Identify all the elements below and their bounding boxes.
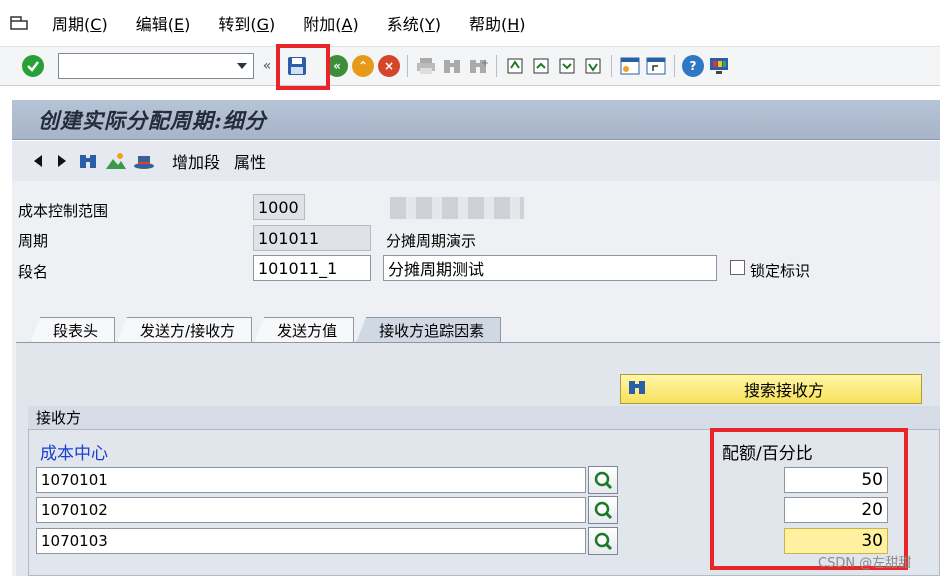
menu-help[interactable]: 帮助(H) bbox=[469, 11, 526, 35]
previous-page-icon[interactable] bbox=[528, 53, 554, 79]
cost-center-field-1[interactable]: 1070101 bbox=[36, 467, 586, 493]
next-segment-icon[interactable] bbox=[58, 155, 66, 167]
receiver-group-title-text: 接收方 bbox=[36, 409, 82, 427]
exit-icon[interactable]: ⌃ bbox=[350, 53, 376, 79]
menu-label: 转到 bbox=[218, 15, 251, 34]
controlling-area-label: 成本控制范围 bbox=[18, 202, 109, 220]
menu-label: 附加 bbox=[303, 15, 336, 34]
add-segment-button[interactable]: 增加段 bbox=[172, 149, 220, 173]
menu-label: 帮助 bbox=[469, 15, 502, 34]
hat-icon[interactable] bbox=[133, 150, 155, 172]
new-session-icon[interactable] bbox=[617, 53, 643, 79]
menu-key: Y bbox=[424, 15, 435, 34]
cycle-value: 101011 bbox=[258, 228, 320, 248]
menu-icon[interactable] bbox=[8, 15, 30, 31]
receiver-group-title: 接收方 bbox=[28, 406, 940, 430]
controlling-area-value: 1000 bbox=[258, 197, 299, 217]
tab-segment-header[interactable]: 段表头 bbox=[30, 317, 116, 343]
find-icon[interactable] bbox=[439, 53, 465, 79]
menu-key: G bbox=[256, 15, 269, 34]
menu-system[interactable]: 系统(Y) bbox=[387, 11, 441, 35]
menu-bar: 周期(C) 编辑(E) 转到(G) 附加(A) 系统(Y) 帮助(H) bbox=[0, 0, 940, 46]
cost-center-value: 1070103 bbox=[41, 532, 108, 550]
shortcut-icon[interactable] bbox=[643, 53, 669, 79]
tab-sender-receiver[interactable]: 发送方/接收方 bbox=[117, 317, 253, 343]
overview-icon[interactable] bbox=[105, 150, 127, 172]
menu-extras[interactable]: 附加(A) bbox=[303, 11, 358, 35]
command-field[interactable] bbox=[58, 53, 254, 79]
cycle-field: 101011 bbox=[253, 225, 371, 251]
print-icon[interactable] bbox=[413, 53, 439, 79]
redacted-text bbox=[390, 197, 524, 219]
menu-label: 编辑 bbox=[135, 15, 168, 34]
help-icon[interactable]: ? bbox=[680, 53, 706, 79]
search-receiver-button[interactable]: 搜索接收方 bbox=[620, 374, 922, 404]
cost-center-value: 1070102 bbox=[41, 501, 108, 519]
menu-key: E bbox=[173, 15, 185, 34]
cycle-label: 周期 bbox=[18, 232, 49, 250]
menu-cycle[interactable]: 周期(C) bbox=[52, 11, 108, 35]
save-highlight-box bbox=[276, 44, 330, 90]
binoculars-icon bbox=[627, 378, 647, 400]
tab-label: 发送方值 bbox=[277, 322, 338, 340]
value-help-icon[interactable] bbox=[588, 466, 618, 494]
menu-label: 周期 bbox=[52, 15, 85, 34]
cycle-text: 分摊周期演示 bbox=[386, 232, 477, 250]
toolbar-separator bbox=[407, 55, 408, 77]
chevron-down-icon[interactable] bbox=[237, 63, 247, 69]
percent-highlight-box bbox=[710, 428, 908, 570]
menu-key: H bbox=[507, 15, 520, 34]
find-icon[interactable] bbox=[77, 150, 99, 172]
controlling-area-field: 1000 bbox=[253, 194, 305, 220]
title-bar: 创建实际分配周期:细分 bbox=[12, 100, 940, 140]
toolbar-separator bbox=[496, 55, 497, 77]
toolbar-separator bbox=[674, 55, 675, 77]
double-chevron-left-icon[interactable]: « bbox=[260, 53, 274, 79]
search-receiver-label: 搜索接收方 bbox=[743, 381, 824, 400]
menu-edit[interactable]: 编辑(E) bbox=[136, 11, 191, 35]
lock-indicator-checkbox[interactable] bbox=[730, 260, 745, 275]
standard-toolbar: « « ⌃ × + ? bbox=[0, 46, 940, 86]
segment-name-field[interactable]: 101011_1 bbox=[253, 255, 371, 281]
lock-indicator-label: 锁定标识 bbox=[750, 262, 811, 280]
cost-center-column-header: 成本中心 bbox=[40, 444, 108, 464]
toolbar-separator bbox=[611, 55, 612, 77]
enter-check-icon[interactable] bbox=[22, 55, 44, 77]
previous-segment-icon[interactable] bbox=[34, 155, 42, 167]
tab-receiver-tracing-factor[interactable]: 接收方追踪因素 bbox=[356, 317, 502, 343]
cost-center-value: 1070101 bbox=[41, 471, 108, 489]
last-page-icon[interactable] bbox=[580, 53, 606, 79]
svg-text:+: + bbox=[481, 58, 488, 69]
menu-key: C bbox=[90, 15, 102, 34]
tab-sender-values[interactable]: 发送方值 bbox=[254, 317, 355, 343]
tab-label: 段表头 bbox=[53, 322, 99, 340]
watermark: CSDN @左甜甜 bbox=[818, 556, 912, 571]
value-help-icon[interactable] bbox=[588, 496, 618, 524]
menu-label: 系统 bbox=[386, 15, 419, 34]
attributes-button[interactable]: 属性 bbox=[234, 149, 266, 173]
cost-center-field-3[interactable]: 1070103 bbox=[36, 528, 586, 554]
cost-center-field-2[interactable]: 1070102 bbox=[36, 497, 586, 523]
page-title: 创建实际分配周期:细分 bbox=[38, 107, 267, 133]
tab-label: 发送方/接收方 bbox=[140, 322, 236, 340]
menu-key: A bbox=[341, 15, 353, 34]
layout-monitor-icon[interactable] bbox=[706, 53, 732, 79]
segment-name-value: 101011_1 bbox=[258, 258, 338, 278]
first-page-icon[interactable] bbox=[502, 53, 528, 79]
segment-label: 段名 bbox=[18, 263, 49, 281]
tab-strip: 段表头 发送方/接收方 发送方值 接收方追踪因素 bbox=[30, 315, 503, 343]
menu-goto[interactable]: 转到(G) bbox=[218, 11, 275, 35]
find-next-icon[interactable]: + bbox=[465, 53, 491, 79]
cancel-icon[interactable]: × bbox=[376, 53, 402, 79]
next-page-icon[interactable] bbox=[554, 53, 580, 79]
value-help-icon[interactable] bbox=[588, 527, 618, 555]
segment-text-field[interactable]: 分摊周期测试 bbox=[383, 255, 717, 281]
tab-label: 接收方追踪因素 bbox=[379, 322, 485, 340]
segment-text-value: 分摊周期测试 bbox=[388, 260, 485, 279]
application-toolbar: 增加段 属性 bbox=[12, 141, 940, 181]
